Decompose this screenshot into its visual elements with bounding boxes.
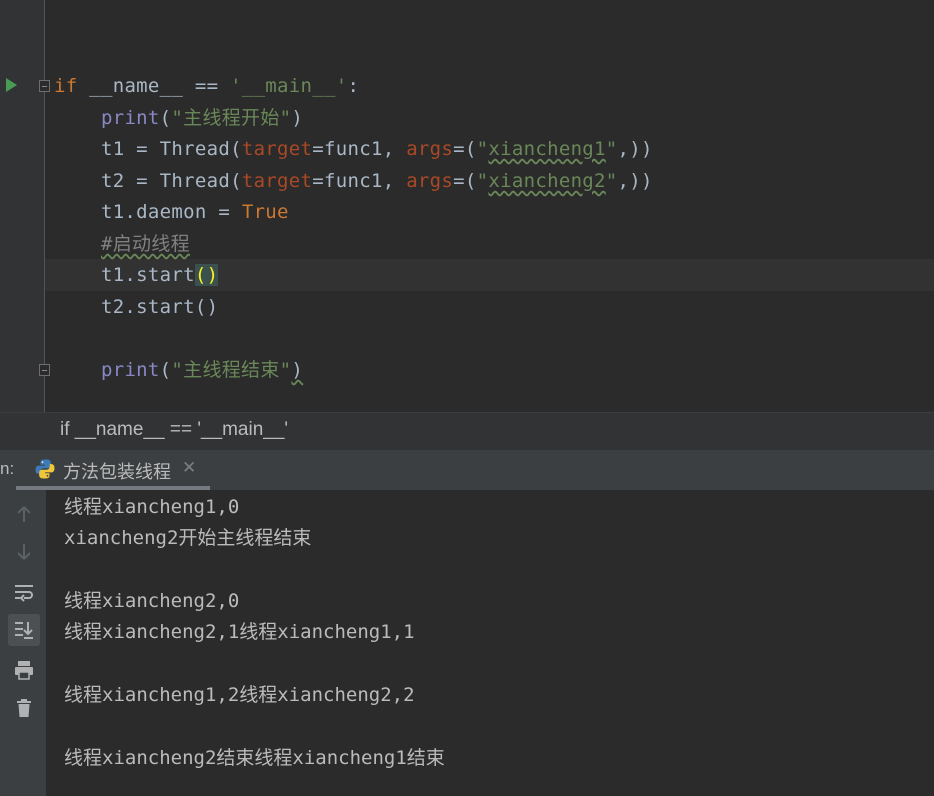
- code-token: =(: [453, 170, 477, 192]
- trash-icon[interactable]: [8, 692, 40, 724]
- code-token: ": [476, 170, 489, 192]
- code-token: True: [241, 201, 289, 223]
- code-token: ": [476, 138, 489, 160]
- code-token: print: [100, 359, 160, 381]
- run-toolbar: [0, 490, 46, 796]
- code-line[interactable]: #启动线程: [54, 231, 190, 257]
- code-token: (: [159, 359, 172, 381]
- console-line: 线程xiancheng1,2线程xiancheng2,2: [64, 684, 415, 706]
- code-line[interactable]: print("主线程开始"): [54, 105, 303, 131]
- code-token: ": [605, 170, 618, 192]
- console-line: 线程xiancheng1,0: [64, 496, 240, 518]
- code-token: :: [347, 75, 360, 97]
- code-token: t1.daemon =: [54, 201, 242, 223]
- arrow-down-icon[interactable]: [8, 536, 40, 568]
- print-icon[interactable]: [8, 654, 40, 686]
- arrow-up-icon[interactable]: [8, 498, 40, 530]
- code-token: ): [291, 107, 304, 129]
- close-icon[interactable]: ✕: [182, 458, 196, 478]
- code-token: print: [100, 107, 160, 129]
- code-token: args: [406, 138, 454, 160]
- code-line[interactable]: t2 = Thread(target=func1, args=("xianche…: [54, 168, 653, 194]
- code-token: "主线程结束": [171, 359, 292, 381]
- code-line[interactable]: t1.start(): [54, 262, 219, 288]
- code-token: t2 = Thread(: [54, 170, 242, 192]
- code-token: "主线程开始": [171, 107, 292, 129]
- fold-end-icon[interactable]: [39, 364, 50, 376]
- breadcrumb-item[interactable]: if __name__ == '__main__': [60, 419, 288, 441]
- scroll-to-end-icon[interactable]: [8, 614, 40, 646]
- code-line[interactable]: if __name__ == '__main__':: [54, 73, 359, 99]
- code-token: __name__ ==: [77, 75, 231, 97]
- soft-wrap-icon[interactable]: [8, 576, 40, 608]
- code-token: t2.start(): [54, 296, 219, 318]
- gutter-divider: [44, 0, 45, 412]
- code-token: (: [159, 107, 172, 129]
- run-icon[interactable]: [6, 78, 17, 92]
- console-line: 线程xiancheng2结束线程xiancheng1结束: [64, 747, 445, 769]
- code-line[interactable]: t1.daemon = True: [54, 199, 289, 225]
- code-token: args: [406, 170, 454, 192]
- code-token: ,)): [617, 170, 653, 192]
- python-icon: [35, 459, 55, 479]
- code-token: ,)): [617, 138, 653, 160]
- code-token: =(: [453, 138, 477, 160]
- code-token: target: [241, 138, 313, 160]
- console-line: 线程xiancheng2,0: [64, 590, 240, 612]
- code-token: target: [241, 170, 313, 192]
- breadcrumb[interactable]: if __name__ == '__main__': [0, 412, 934, 449]
- code-token: t1 = Thread(: [54, 138, 242, 160]
- console-line: 线程xiancheng2,1线程xiancheng1,1: [64, 621, 415, 643]
- code-token: if: [54, 75, 78, 97]
- run-tab[interactable]: 方法包装线程 ✕: [16, 450, 210, 490]
- code-token: (): [194, 264, 219, 286]
- code-token: t1.start: [54, 264, 195, 286]
- code-token: =func1,: [312, 170, 407, 192]
- code-line[interactable]: t1 = Thread(target=func1, args=("xianche…: [54, 136, 653, 162]
- code-line[interactable]: print("主线程结束"): [54, 357, 303, 383]
- code-token: ": [605, 138, 618, 160]
- code-token: =func1,: [312, 138, 407, 160]
- run-panel-prefix: n:: [0, 459, 15, 478]
- run-tab-label: 方法包装线程: [63, 462, 171, 482]
- editor-gutter: [0, 0, 44, 412]
- code-token: #启动线程: [100, 233, 190, 255]
- code-line[interactable]: t2.start(): [54, 294, 218, 320]
- run-tab-bar: n: 方法包装线程 ✕: [0, 449, 934, 490]
- code-token: xiancheng1: [488, 138, 606, 160]
- console-line: xiancheng2开始主线程结束: [64, 527, 312, 549]
- code-token: ): [291, 359, 304, 381]
- code-token: '__main__': [230, 75, 348, 97]
- code-editor[interactable]: if __name__ == '__main__': print("主线程开始"…: [0, 0, 934, 412]
- console-output[interactable]: 线程xiancheng1,0 xiancheng2开始主线程结束 线程xianc…: [46, 490, 934, 796]
- code-token: xiancheng2: [488, 170, 606, 192]
- fold-icon[interactable]: [39, 80, 50, 92]
